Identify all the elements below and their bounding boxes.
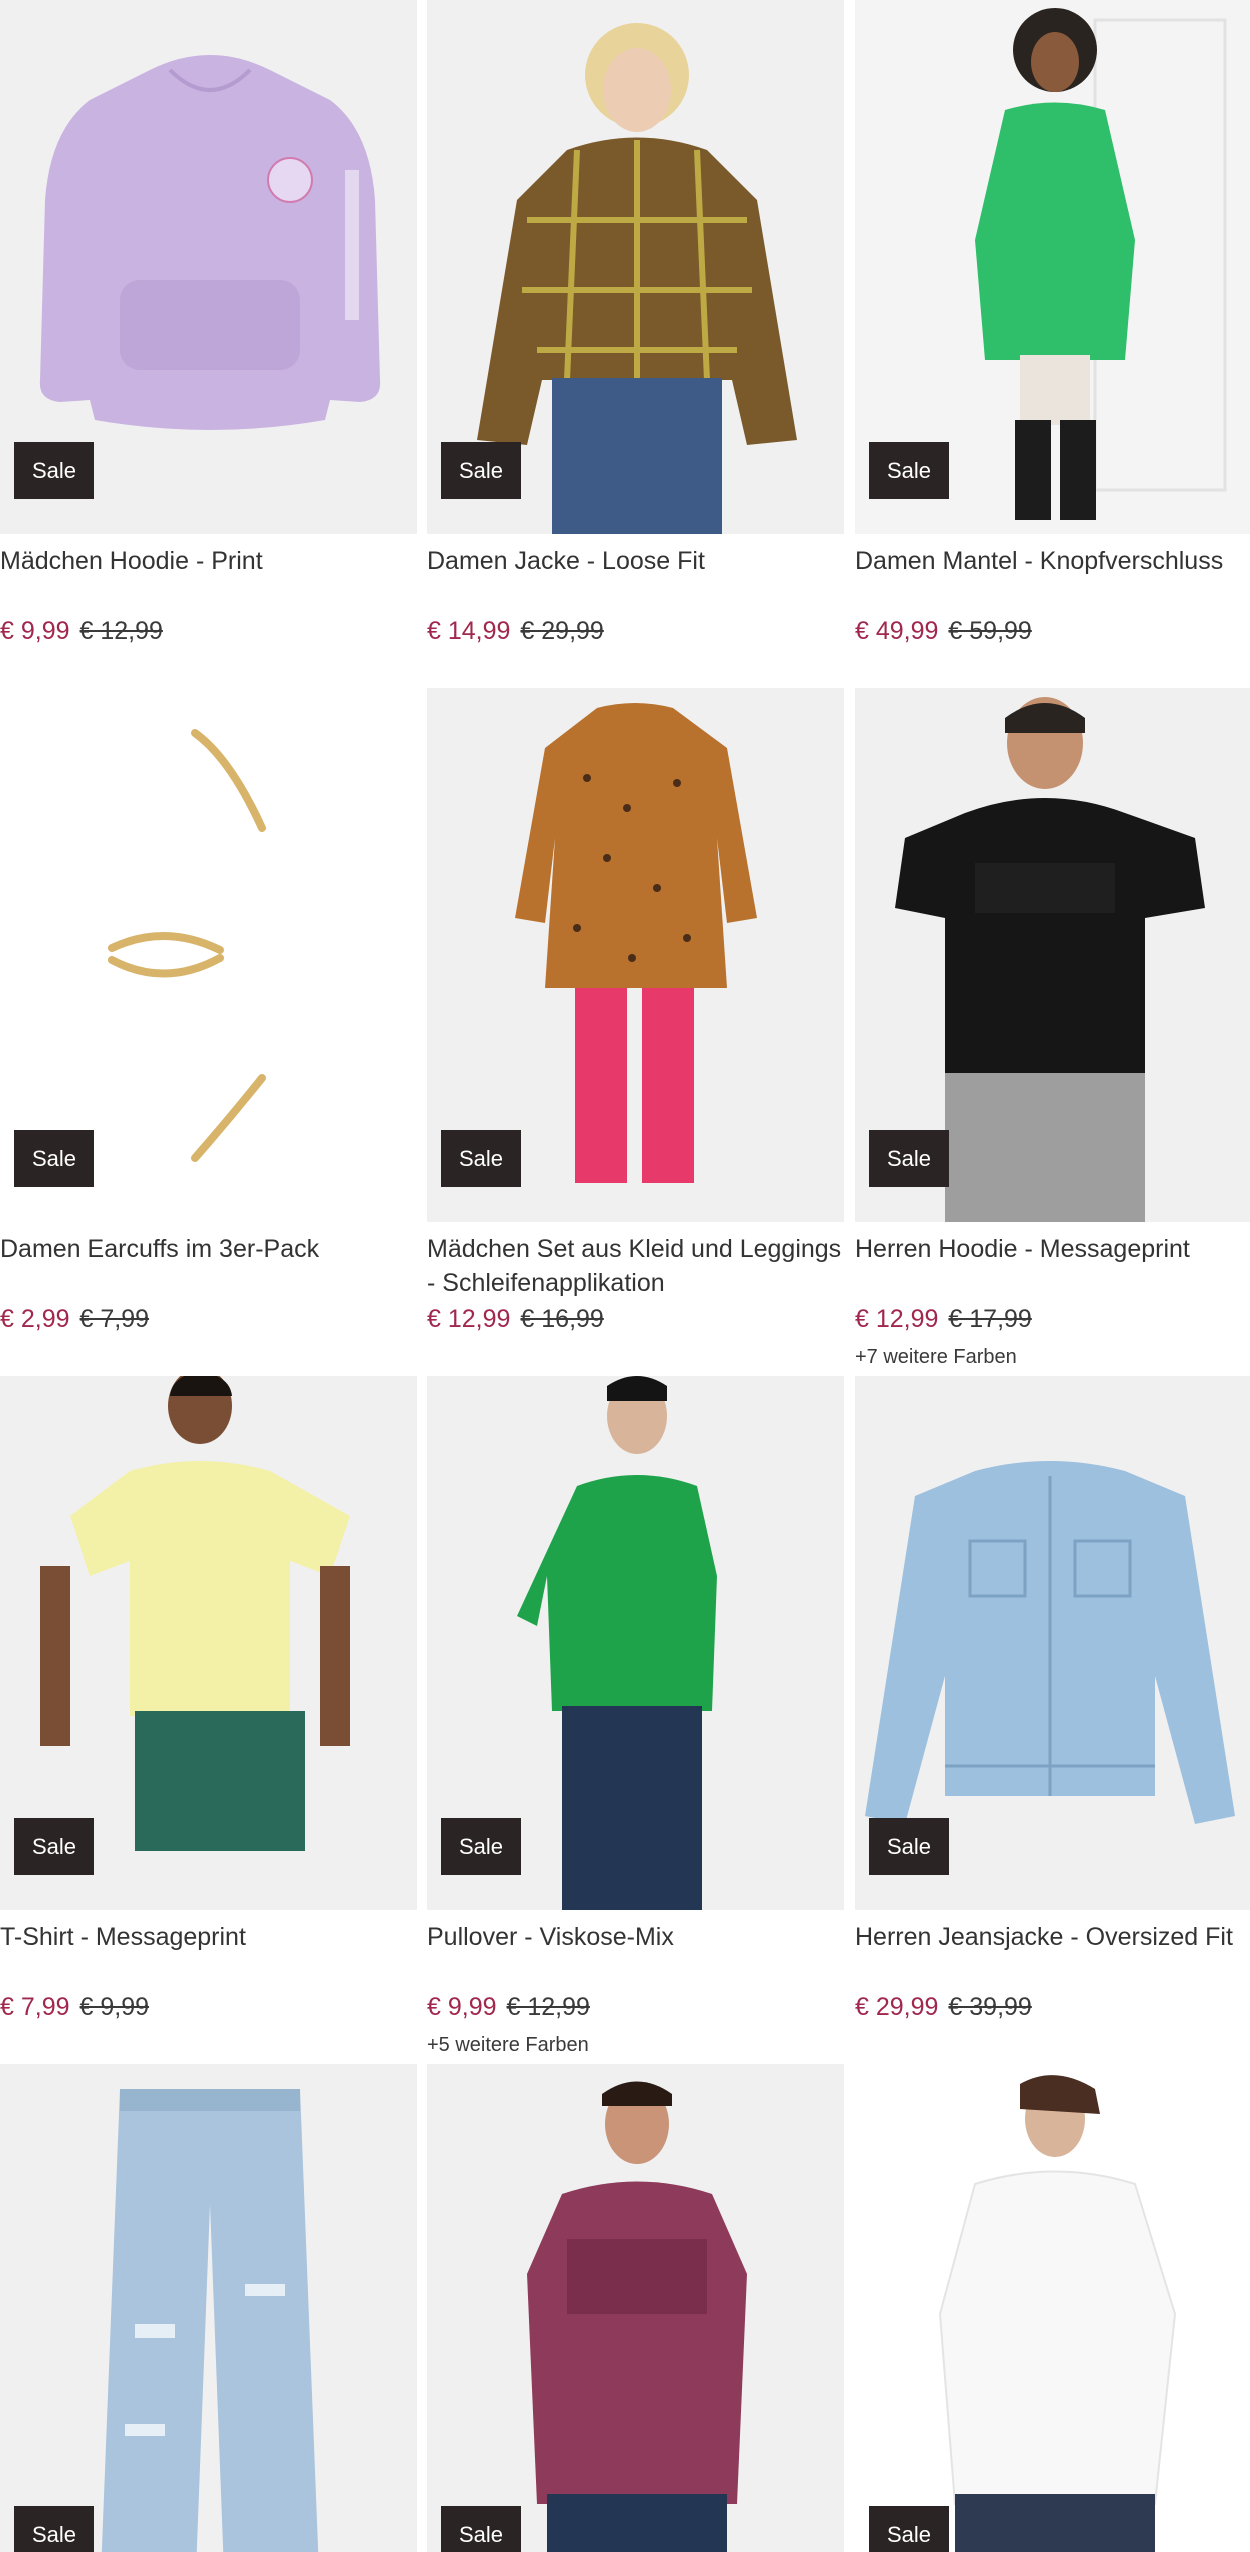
sale-badge: Sale: [869, 1130, 949, 1187]
product-card[interactable]: Sale Mädchen Hoodie - Print € 9,99 € 12,9…: [0, 0, 417, 688]
product-row: Sale Mädchen Hoodie - Print € 9,99 € 12,9…: [0, 0, 1250, 688]
price-group: € 7,99 € 9,99: [0, 1990, 149, 2024]
original-price: € 9,99: [79, 1993, 150, 2021]
product-title[interactable]: Damen Mantel - Knopfverschluss: [855, 544, 1250, 578]
product-title[interactable]: Herren Hoodie - Messageprint: [855, 1232, 1250, 1266]
price-group: € 9,99 € 12,99: [427, 1990, 590, 2024]
sale-badge: Sale: [441, 2506, 521, 2552]
product-title[interactable]: Damen Earcuffs im 3er-Pack: [0, 1232, 417, 1266]
product-card[interactable]: Sale Damen Earcuffs im 3er-Pack € 2,99 € …: [0, 688, 417, 1376]
sale-badge: Sale: [441, 442, 521, 499]
original-price: € 39,99: [948, 1993, 1032, 2021]
sale-price: € 7,99: [0, 1993, 70, 2021]
sale-price: € 29,99: [855, 1993, 939, 2021]
product-card[interactable]: Sale Herren Jeansjacke - Oversized Fit €…: [855, 1376, 1250, 2064]
product-card[interactable]: Sale Herren Hoodie - Messageprint € 12,9…: [855, 688, 1250, 1376]
price-group: € 2,99 € 7,99: [0, 1302, 149, 1336]
price-group: € 49,99 € 59,99: [855, 614, 1032, 648]
product-image[interactable]: [0, 2064, 417, 2552]
burgundy-hoodie-illustration: [527, 2081, 747, 2552]
price-group: € 9,99 € 12,99: [0, 614, 163, 648]
more-colors-link[interactable]: +7 weitere Farben: [855, 1346, 1017, 1369]
product-title[interactable]: Herren Jeansjacke - Oversized Fit: [855, 1920, 1250, 1954]
light-jeans-illustration: [101, 2089, 319, 2552]
product-card[interactable]: Sale: [855, 2064, 1250, 2552]
product-title[interactable]: Pullover - Viskose-Mix: [427, 1920, 844, 1954]
original-price: € 12,99: [506, 1993, 590, 2021]
sale-price: € 14,99: [427, 617, 511, 645]
product-card[interactable]: Sale: [0, 2064, 417, 2552]
product-row: Sale T-Shirt - Messageprint € 7,99 € 9,99…: [0, 1376, 1250, 2064]
product-card[interactable]: Sale T-Shirt - Messageprint € 7,99 € 9,99: [0, 1376, 417, 2064]
product-card[interactable]: Sale Pullover - Viskose-Mix € 9,99 € 12,9…: [427, 1376, 844, 2064]
original-price: € 12,99: [79, 617, 163, 645]
product-row: Sale Sale Sale: [0, 2064, 1250, 2552]
more-colors-link[interactable]: +5 weitere Farben: [427, 2034, 589, 2057]
sale-badge: Sale: [869, 2506, 949, 2552]
product-card[interactable]: Sale Damen Mantel - Knopfverschluss € 49…: [855, 0, 1250, 688]
sale-price: € 49,99: [855, 617, 939, 645]
price-group: € 29,99 € 39,99: [855, 1990, 1032, 2024]
product-title[interactable]: Mädchen Set aus Kleid und Leggings - Sch…: [427, 1232, 844, 1300]
white-hoodie-illustration: [938, 2075, 1177, 2552]
product-image[interactable]: [855, 2064, 1250, 2552]
sale-price: € 12,99: [855, 1305, 939, 1333]
sale-price: € 12,99: [427, 1305, 511, 1333]
product-row: Sale Damen Earcuffs im 3er-Pack € 2,99 € …: [0, 688, 1250, 1376]
product-title[interactable]: Mädchen Hoodie - Print: [0, 544, 417, 578]
sale-badge: Sale: [14, 1818, 94, 1875]
product-title[interactable]: Damen Jacke - Loose Fit: [427, 544, 844, 578]
original-price: € 59,99: [948, 617, 1032, 645]
price-group: € 12,99 € 16,99: [427, 1302, 604, 1336]
sale-badge: Sale: [14, 1130, 94, 1187]
product-title[interactable]: T-Shirt - Messageprint: [0, 1920, 417, 1954]
original-price: € 29,99: [520, 617, 604, 645]
sale-price: € 9,99: [427, 1993, 497, 2021]
original-price: € 7,99: [79, 1305, 150, 1333]
original-price: € 16,99: [520, 1305, 604, 1333]
sale-badge: Sale: [14, 2506, 94, 2552]
price-group: € 14,99 € 29,99: [427, 614, 604, 648]
original-price: € 17,99: [948, 1305, 1032, 1333]
sale-badge: Sale: [14, 442, 94, 499]
sale-price: € 2,99: [0, 1305, 70, 1333]
sale-badge: Sale: [441, 1130, 521, 1187]
product-card[interactable]: Sale Mädchen Set aus Kleid und Leggings …: [427, 688, 844, 1376]
sale-badge: Sale: [441, 1818, 521, 1875]
product-card[interactable]: Sale Damen Jacke - Loose Fit € 14,99 € 29…: [427, 0, 844, 688]
product-card[interactable]: Sale: [427, 2064, 844, 2552]
sale-price: € 9,99: [0, 617, 70, 645]
price-group: € 12,99 € 17,99: [855, 1302, 1032, 1336]
sale-badge: Sale: [869, 442, 949, 499]
product-image[interactable]: [427, 2064, 844, 2552]
sale-badge: Sale: [869, 1818, 949, 1875]
